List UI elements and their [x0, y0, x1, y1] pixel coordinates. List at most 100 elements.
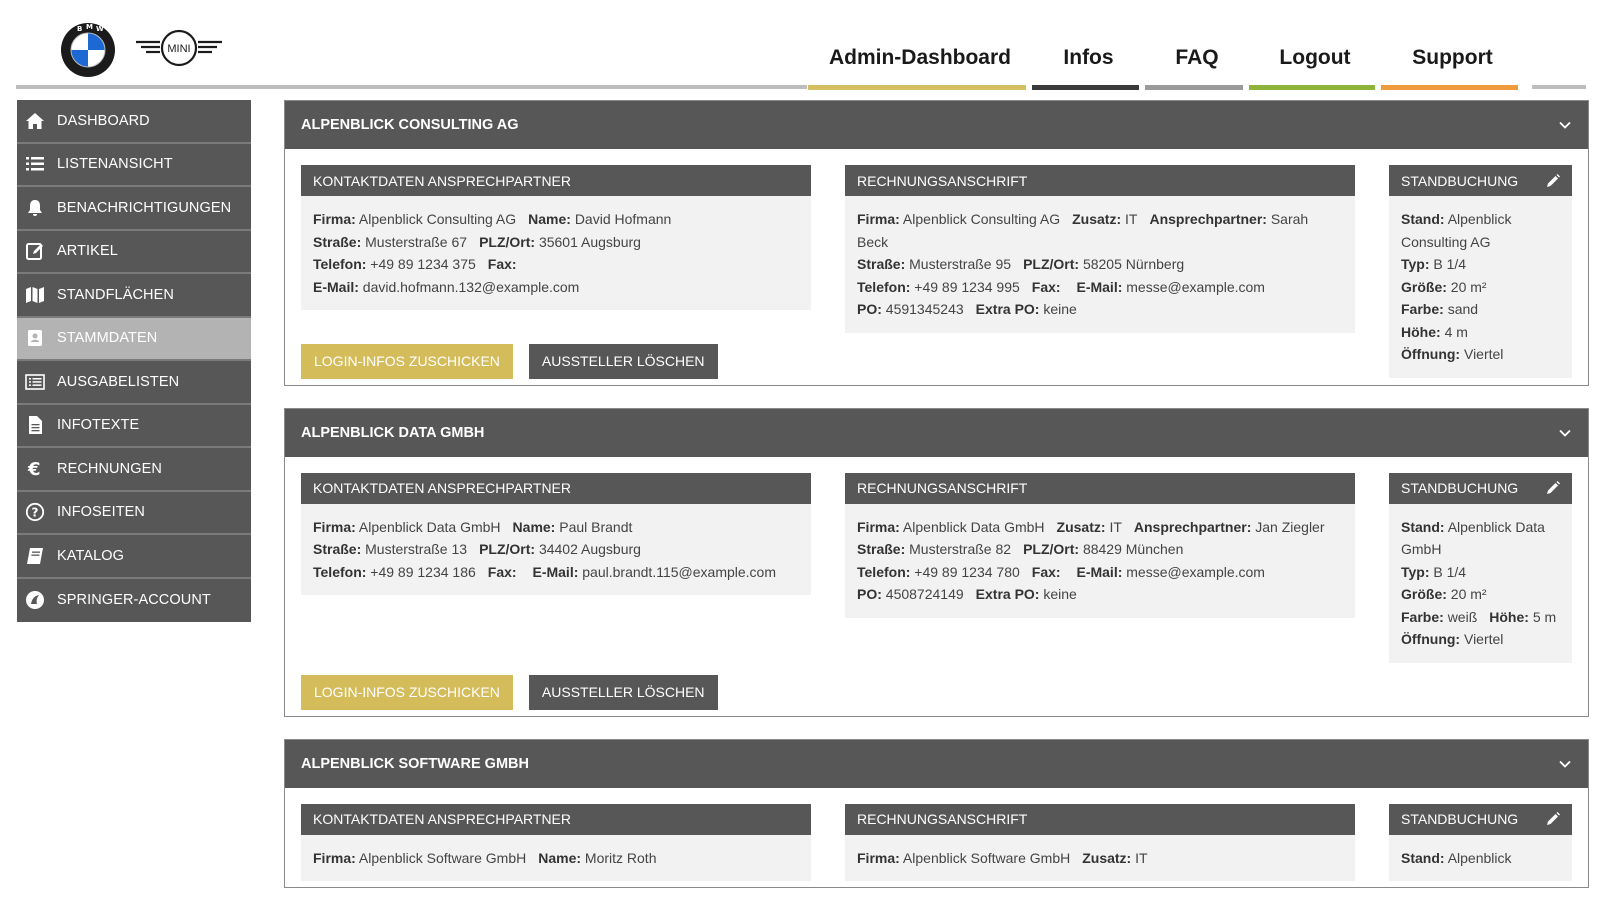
field-label: Extra PO: — [975, 586, 1040, 602]
booking-card: STANDBUCHUNG Stand: Alpenblick Data GmbH… — [1389, 472, 1572, 663]
field-label: Extra PO: — [975, 301, 1040, 317]
company-body: KONTAKTDATEN ANSPRECHPARTNER Firma: Alpe… — [285, 149, 1588, 385]
company-header[interactable]: ALPENBLICK DATA GMBH — [285, 408, 1588, 457]
contact-details: Firma: Alpenblick Data GmbH Name: Paul Br… — [301, 504, 811, 596]
pencil-icon[interactable] — [1546, 812, 1560, 826]
chevron-down-icon[interactable] — [1558, 426, 1572, 440]
company-header[interactable]: ALPENBLICK SOFTWARE GMBH — [285, 739, 1588, 788]
sidebar-item-infotexte[interactable]: INFOTEXTE — [17, 405, 251, 448]
field-label: E-Mail: — [1076, 563, 1123, 580]
booking-opening: Viertel — [1463, 346, 1504, 362]
sidebar-item-dashboard[interactable]: DASHBOARD — [17, 100, 251, 144]
nav-faq[interactable]: FAQ — [1145, 0, 1249, 92]
field-label: Fax: — [1031, 278, 1061, 295]
booking-stand: Alpenblick — [1447, 849, 1512, 866]
sidebar-item-label: DASHBOARD — [57, 112, 150, 129]
contact-card-header: KONTAKTDATEN ANSPRECHPARTNER — [301, 165, 811, 196]
chevron-down-icon[interactable] — [1558, 118, 1572, 132]
invoice-firma: Alpenblick Software GmbH — [902, 849, 1071, 866]
sidebar-item-infoseiten[interactable]: ? INFOSEITEN — [17, 492, 251, 535]
card-heading: KONTAKTDATEN ANSPRECHPARTNER — [313, 172, 572, 189]
booking-height: 5 m — [1532, 608, 1557, 625]
field-label: E-Mail: — [532, 563, 579, 580]
booking-size: 20 m² — [1450, 586, 1487, 602]
invoice-street: Musterstraße 95 — [909, 256, 1012, 272]
invoice-phone: +49 89 1234 780 — [914, 563, 1020, 580]
bell-icon — [17, 198, 53, 218]
booking-type: B 1/4 — [1433, 256, 1467, 272]
card-heading: STANDBUCHUNG — [1401, 172, 1519, 189]
sidebar-item-ausgabelisten[interactable]: AUSGABELISTEN — [17, 361, 251, 405]
pencil-icon[interactable] — [1546, 481, 1560, 495]
field-label: Ansprechpartner: — [1133, 518, 1252, 535]
button-label: LOGIN-INFOS ZUSCHICKEN — [314, 684, 500, 700]
field-label: PO: — [857, 586, 882, 602]
contact-city: 34402 Augsburg — [538, 541, 641, 557]
company-title: ALPENBLICK SOFTWARE GMBH — [301, 755, 529, 772]
euro-icon: € — [17, 459, 53, 479]
svg-text:€: € — [27, 459, 41, 479]
pencil-icon[interactable] — [1546, 173, 1560, 188]
invoice-email[interactable]: messe@example.com — [1126, 564, 1265, 580]
invoice-po: 4508724149 — [885, 586, 964, 602]
bmw-logo[interactable]: B M W — [60, 22, 116, 78]
nav-underline — [1032, 85, 1139, 90]
field-label: Firma: — [857, 849, 900, 866]
delete-exhibitor-button[interactable]: AUSSTELLER LÖSCHEN — [528, 343, 718, 379]
invoice-contact-person: Jan Ziegler — [1255, 518, 1325, 535]
card-heading: RECHNUNGSANSCHRIFT — [857, 811, 1028, 827]
booking-details: Stand: Alpenblick — [1389, 835, 1572, 882]
field-label: Größe: — [1401, 278, 1447, 295]
invoice-phone: +49 89 1234 995 — [914, 278, 1020, 295]
card-heading: RECHNUNGSANSCHRIFT — [857, 172, 1028, 189]
contact-name: Paul Brandt — [559, 518, 633, 535]
invoice-card-header: RECHNUNGSANSCHRIFT — [845, 472, 1355, 504]
header: B M W MINI Admin-Dashboard Infos FAQ Log… — [0, 0, 1600, 92]
sidebar-item-standflaechen[interactable]: STANDFLÄCHEN — [17, 274, 251, 318]
contact-email[interactable]: paul.brandt.115@example.com — [582, 564, 776, 580]
nav-infos[interactable]: Infos — [1032, 0, 1145, 92]
send-login-info-button[interactable]: LOGIN-INFOS ZUSCHICKEN — [301, 674, 513, 710]
company-panel: ALPENBLICK DATA GMBH KONTAKTDATEN ANSPRE… — [284, 407, 1589, 717]
invoice-card: RECHNUNGSANSCHRIFT Firma: Alpenblick Dat… — [845, 472, 1355, 618]
contact-email[interactable]: david.hofmann.132@example.com — [363, 279, 580, 295]
card-heading: RECHNUNGSANSCHRIFT — [857, 480, 1028, 496]
invoice-email[interactable]: messe@example.com — [1126, 279, 1265, 295]
invoice-extra-po: keine — [1043, 586, 1077, 602]
contact-firma: Alpenblick Software GmbH — [358, 849, 527, 866]
invoice-street: Musterstraße 82 — [909, 541, 1012, 557]
sidebar-item-stammdaten[interactable]: STAMMDATEN — [17, 317, 251, 361]
field-label: Höhe: — [1489, 608, 1529, 625]
sidebar-item-benachrichtigungen[interactable]: BENACHRICHTIGUNGEN — [17, 187, 251, 231]
company-title: ALPENBLICK DATA GMBH — [301, 424, 485, 441]
invoice-extra-po: keine — [1043, 301, 1077, 317]
send-login-info-button[interactable]: LOGIN-INFOS ZUSCHICKEN — [301, 343, 513, 379]
booking-card-header: STANDBUCHUNG — [1389, 472, 1572, 504]
sidebar-item-rechnungen[interactable]: € RECHNUNGEN — [17, 448, 251, 492]
sidebar-item-listenansicht[interactable]: LISTENANSICHT — [17, 144, 251, 187]
mini-logo[interactable]: MINI — [134, 28, 224, 72]
chevron-down-icon[interactable] — [1558, 757, 1572, 771]
nav-logout[interactable]: Logout — [1249, 0, 1381, 92]
field-label: Straße: — [313, 233, 362, 250]
contact-card-header: KONTAKTDATEN ANSPRECHPARTNER — [301, 472, 811, 504]
invoice-zusatz: IT — [1109, 518, 1122, 535]
invoice-zusatz: IT — [1125, 211, 1138, 227]
sidebar-item-springer-account[interactable]: SPRINGER-ACCOUNT — [17, 579, 251, 623]
help-circle-icon: ? — [17, 502, 53, 522]
sidebar: DASHBOARD LISTENANSICHT BENACHRICHTIGUNG… — [17, 100, 251, 622]
sidebar-item-label: RECHNUNGEN — [57, 460, 162, 477]
nav-label: Logout — [1279, 46, 1351, 69]
field-label: Firma: — [857, 211, 900, 227]
nav-admin-dashboard[interactable]: Admin-Dashboard — [808, 0, 1032, 92]
delete-exhibitor-button[interactable]: AUSSTELLER LÖSCHEN — [528, 674, 718, 710]
button-label: LOGIN-INFOS ZUSCHICKEN — [314, 353, 500, 369]
nav-support[interactable]: Support — [1381, 0, 1524, 92]
sidebar-item-artikel[interactable]: ARTIKEL — [17, 231, 251, 274]
sidebar-item-katalog[interactable]: KATALOG — [17, 535, 251, 579]
company-header[interactable]: ALPENBLICK CONSULTING AG — [285, 101, 1588, 149]
top-navigation: Admin-Dashboard Infos FAQ Logout Support — [808, 0, 1524, 92]
main-content: ALPENBLICK CONSULTING AG KONTAKTDATEN AN… — [284, 100, 1589, 900]
booking-color: weiß — [1447, 608, 1478, 625]
sidebar-item-label: INFOTEXTE — [57, 417, 140, 434]
